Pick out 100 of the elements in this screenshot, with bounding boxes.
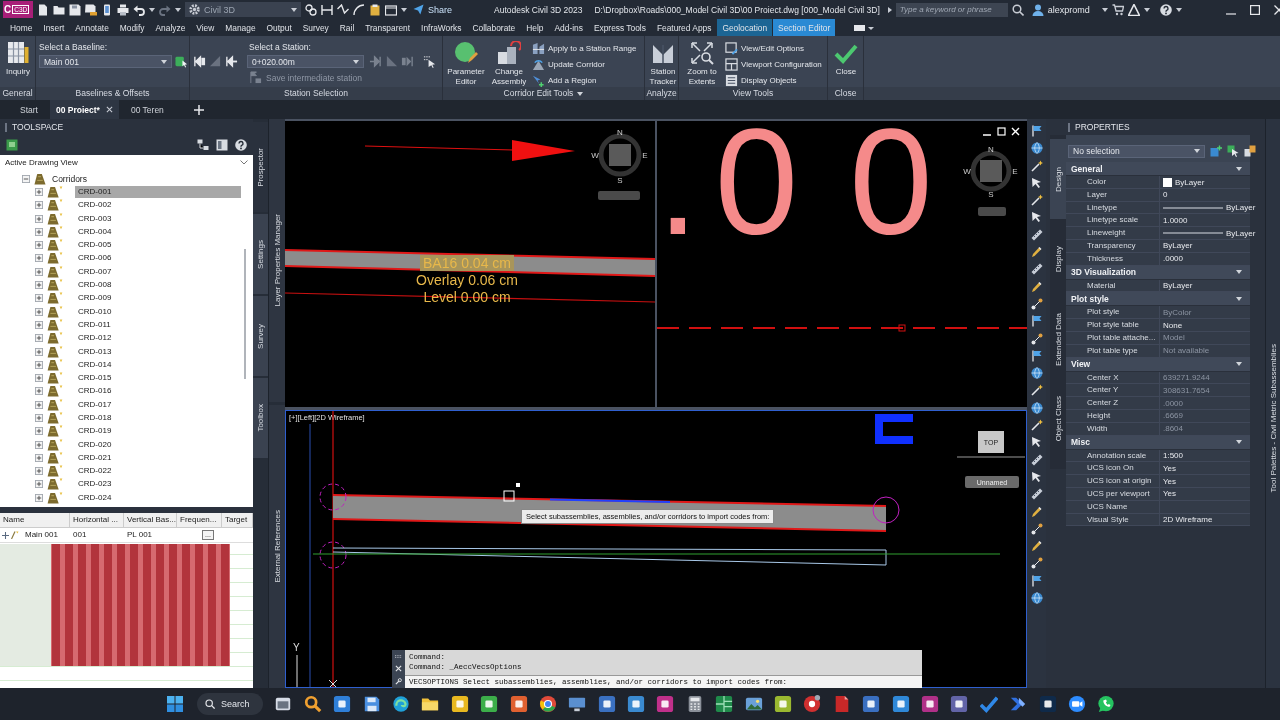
- change-assembly-button[interactable]: Change Assembly: [489, 39, 529, 87]
- selection-dropdown[interactable]: No selection: [1068, 144, 1205, 158]
- side-tab[interactable]: Prospector: [253, 122, 268, 212]
- tree-item[interactable]: CRD-014: [75, 358, 241, 371]
- property-value[interactable]: 1:500: [1163, 451, 1188, 461]
- close-icon[interactable]: [395, 665, 402, 673]
- new-file-icon[interactable]: [37, 3, 49, 16]
- tree-item[interactable]: CRD-008: [75, 279, 241, 291]
- globe-icon[interactable]: [1030, 142, 1043, 155]
- tree-item[interactable]: CRD-017: [75, 398, 241, 411]
- wand-icon[interactable]: [1030, 159, 1043, 172]
- property-value[interactable]: 2D Wireframe: [1163, 515, 1217, 525]
- globe-icon[interactable]: [1030, 367, 1043, 380]
- expand-icon[interactable]: [35, 201, 43, 210]
- property-value[interactable]: ByLayer: [1163, 281, 1197, 291]
- undo-icon[interactable]: [133, 3, 145, 16]
- tree-item[interactable]: CRD-013: [75, 345, 241, 358]
- search-icon[interactable]: [1011, 3, 1024, 16]
- caret-icon[interactable]: [1101, 7, 1108, 12]
- spreadsheet-icon[interactable]: [715, 695, 734, 713]
- side-tab[interactable]: Layer Properties Manager: [269, 119, 285, 402]
- ribbon-tab[interactable]: Manage: [220, 19, 261, 36]
- tree-item[interactable]: CRD-023: [75, 478, 241, 491]
- column-header[interactable]: Frequen...: [177, 513, 222, 527]
- property-value[interactable]: Yes: [1163, 463, 1181, 473]
- node-link-icon[interactable]: [1030, 297, 1043, 310]
- ribbon-tab[interactable]: Home: [5, 19, 38, 36]
- property-value[interactable]: .0000: [1163, 254, 1188, 264]
- baseline-dropdown[interactable]: Main 001: [39, 55, 172, 68]
- parameter-editor-button[interactable]: Parameter Editor: [446, 39, 486, 87]
- next-icon[interactable]: [369, 55, 382, 68]
- user-name[interactable]: alexpromd: [1047, 4, 1090, 15]
- pencil-icon[interactable]: [1030, 505, 1043, 518]
- expand-icon[interactable]: [35, 320, 43, 329]
- section-header[interactable]: General: [1066, 162, 1250, 176]
- expand-icon[interactable]: [35, 281, 43, 289]
- swirl-icon[interactable]: [391, 695, 410, 713]
- expand-icon[interactable]: [35, 334, 43, 343]
- cursor-arrow-icon[interactable]: [1030, 211, 1043, 224]
- station-tracker-button[interactable]: Station Tracker: [648, 39, 678, 87]
- section-header[interactable]: Plot style: [1066, 292, 1250, 307]
- panel-toggle-icon[interactable]: [854, 23, 875, 32]
- ribbon-tab[interactable]: Annotate: [70, 19, 114, 36]
- tree-item[interactable]: CRD-004: [75, 225, 241, 238]
- video-camera-icon[interactable]: [1067, 695, 1086, 713]
- check-mark-icon[interactable]: [979, 695, 998, 713]
- tree-item[interactable]: CRD-024: [75, 491, 241, 504]
- app-tile-icon[interactable]: [597, 695, 616, 713]
- file-tab[interactable]: 00 Proiect*: [49, 100, 119, 119]
- view-cube[interactable]: [956, 431, 1026, 458]
- cursor-arrow-icon[interactable]: [1030, 470, 1043, 483]
- pick-icon[interactable]: [175, 55, 188, 68]
- caret-icon[interactable]: [1175, 7, 1182, 12]
- column-header[interactable]: Vertical Bas...: [124, 513, 177, 527]
- property-value[interactable]: None: [1163, 320, 1187, 330]
- property-value[interactable]: ByLayer: [1175, 177, 1209, 187]
- close-icon[interactable]: [1273, 4, 1280, 15]
- tree-item[interactable]: CRD-015: [75, 372, 241, 385]
- tree-item[interactable]: CRD-005: [75, 239, 241, 252]
- wand-icon[interactable]: [1030, 384, 1043, 397]
- expand-icon[interactable]: [35, 360, 43, 369]
- ribbon-tab[interactable]: Transparent: [360, 19, 416, 36]
- tree-item[interactable]: CRD-021: [75, 451, 241, 464]
- clipboard-icon[interactable]: [369, 3, 381, 16]
- tree-item[interactable]: CRD-022: [75, 465, 241, 478]
- tree-item[interactable]: CRD-006: [75, 252, 241, 265]
- pencil-icon[interactable]: [1030, 280, 1043, 293]
- expand-icon[interactable]: [35, 427, 43, 436]
- cursor-select-icon[interactable]: [1227, 145, 1239, 157]
- file-tab[interactable]: 00 Teren: [124, 100, 170, 119]
- view-dropdown[interactable]: Active Drawing View: [0, 155, 253, 169]
- caret-icon[interactable]: [175, 7, 181, 12]
- caret-icon[interactable]: [1143, 7, 1150, 12]
- ribbon-tab[interactable]: Analyze: [150, 19, 191, 36]
- ruler-icon[interactable]: [1030, 263, 1043, 276]
- cursor-arrow-icon[interactable]: [1030, 176, 1043, 189]
- ribbon-button[interactable]: Viewport Configuration: [725, 57, 822, 71]
- cursor-select-icon[interactable]: [423, 55, 436, 68]
- expand-icon[interactable]: [35, 254, 43, 263]
- app-tile-icon[interactable]: [333, 695, 352, 713]
- viewport[interactable]: .00 N S W E: [657, 121, 1027, 407]
- user-icon[interactable]: [1031, 3, 1044, 16]
- window-icon[interactable]: [385, 3, 397, 16]
- grip-icon[interactable]: [5, 122, 8, 132]
- ribbon-tab[interactable]: Help: [521, 19, 549, 36]
- app-tile-icon[interactable]: [509, 695, 528, 713]
- expand-icon[interactable]: [35, 307, 43, 316]
- flag-icon[interactable]: [1030, 574, 1043, 587]
- plus-icon[interactable]: [2, 531, 9, 539]
- zoom-extents-button[interactable]: Zoom to Extents: [682, 39, 722, 87]
- column-header[interactable]: Name: [0, 513, 70, 527]
- map-view-icon[interactable]: [6, 139, 18, 151]
- side-tab[interactable]: Design: [1050, 139, 1066, 219]
- triangle-icon[interactable]: [1127, 3, 1140, 16]
- property-value[interactable]: 1.0000: [1163, 215, 1192, 225]
- side-tab[interactable]: External References: [269, 405, 285, 688]
- tree-item[interactable]: CRD-010: [75, 305, 241, 318]
- app-tile-icon[interactable]: [774, 695, 793, 713]
- maximize-icon[interactable]: [1249, 4, 1260, 15]
- tree-item[interactable]: CRD-019: [75, 425, 241, 438]
